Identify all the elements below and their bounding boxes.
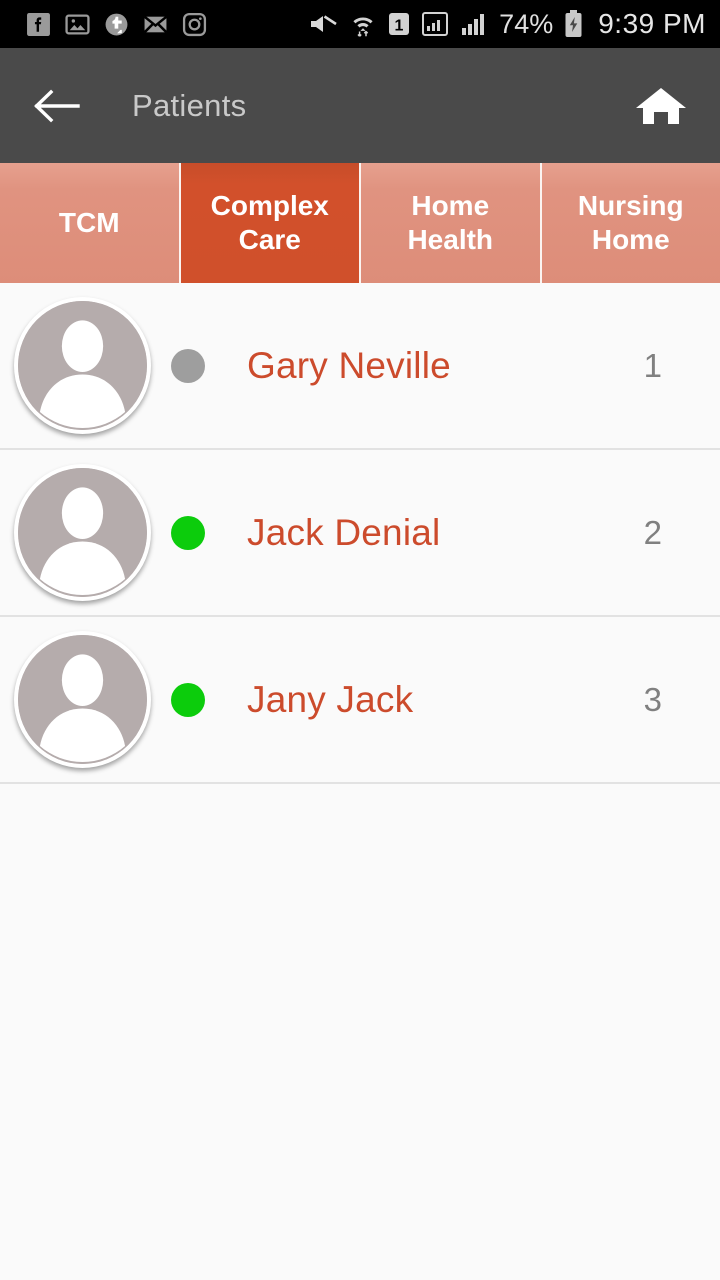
patient-name: Jack Denial — [247, 511, 441, 553]
status-bar-clock: 9:39 PM — [598, 8, 706, 39]
back-arrow-icon — [34, 89, 80, 122]
table-row[interactable]: Jany Jack 3 — [0, 617, 720, 784]
back-button[interactable] — [20, 70, 92, 142]
tab-label: Home Health — [407, 189, 494, 255]
patient-number: 1 — [643, 346, 662, 384]
tab-label: Nursing Home — [577, 189, 684, 255]
status-badge — [171, 682, 205, 717]
signal-boxed-icon — [422, 12, 449, 36]
home-icon — [636, 87, 686, 124]
tab-label: Complex Care — [210, 189, 329, 255]
tab-nursing-home[interactable]: Nursing Home — [541, 163, 720, 283]
tumblr-icon — [105, 13, 128, 35]
facebook-icon — [27, 12, 50, 36]
status-bar-notifications — [0, 12, 207, 37]
status-bar-system: 1 74% 9:39 PM — [308, 8, 720, 40]
tab-home-health[interactable]: Home Health — [361, 163, 542, 283]
category-tab-bar: TCM Complex Care Home Health Nursing Hom… — [0, 163, 720, 283]
home-button[interactable] — [626, 71, 696, 141]
svg-text:1: 1 — [395, 18, 404, 35]
table-row[interactable]: Gary Neville 1 — [0, 283, 720, 450]
battery-percent-label: 74% — [499, 8, 554, 39]
patient-number: 3 — [643, 680, 662, 718]
person-placeholder-icon — [18, 468, 147, 597]
status-bar: 1 74% 9:39 PM — [0, 0, 720, 48]
tab-complex-care[interactable]: Complex Care — [180, 163, 361, 283]
mute-icon — [311, 15, 337, 32]
page-title: Patients — [132, 87, 247, 123]
status-badge — [171, 515, 205, 550]
person-placeholder-icon — [18, 635, 147, 764]
instagram-icon — [182, 12, 207, 36]
wifi-icon — [353, 17, 373, 37]
avatar — [14, 631, 151, 768]
avatar — [14, 464, 151, 601]
person-placeholder-icon — [18, 301, 147, 430]
patient-number: 2 — [643, 513, 662, 551]
email-icon — [143, 15, 168, 33]
battery-charging-icon — [565, 10, 582, 37]
patient-name: Gary Neville — [247, 344, 451, 386]
list-empty-area — [0, 784, 720, 1280]
tab-label: TCM — [58, 206, 120, 238]
signal-icon — [462, 14, 485, 35]
patient-name: Jany Jack — [247, 678, 414, 720]
patient-list: Gary Neville 1 Jack Denial 2 Jany Jack 3 — [0, 283, 720, 1280]
sim1-icon: 1 — [389, 13, 410, 35]
status-badge — [171, 348, 205, 383]
app-toolbar: Patients — [0, 48, 720, 163]
table-row[interactable]: Jack Denial 2 — [0, 450, 720, 617]
tab-tcm[interactable]: TCM — [0, 163, 181, 283]
photos-icon — [65, 13, 90, 34]
avatar — [14, 297, 151, 434]
